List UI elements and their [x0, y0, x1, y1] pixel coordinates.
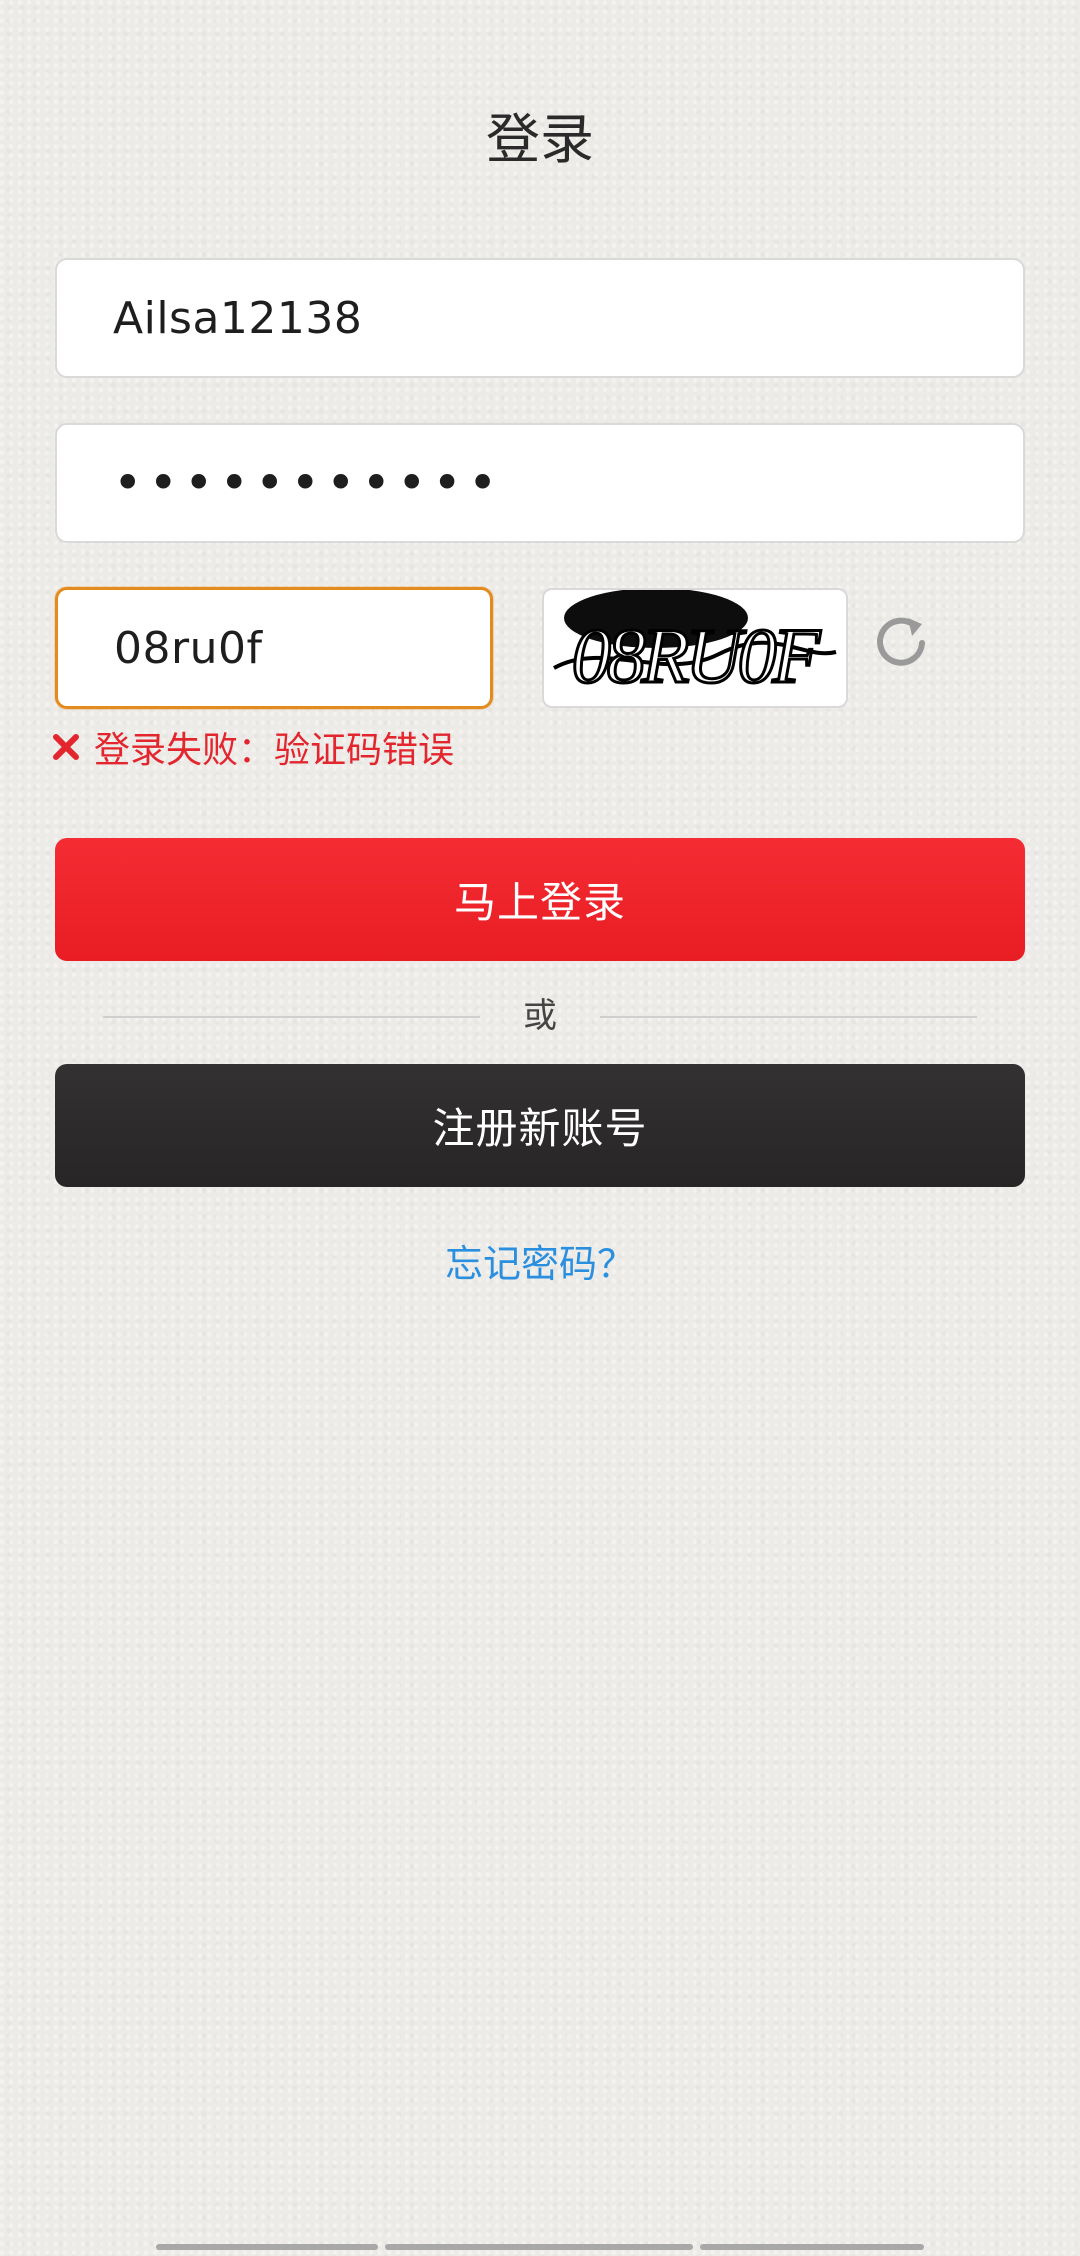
error-message: 登录失败：验证码错误: [52, 722, 454, 772]
close-icon: [53, 734, 79, 760]
password-field[interactable]: •••••••••••: [55, 423, 1025, 543]
home-indicator-segment: [156, 2244, 378, 2250]
username-value: Ailsa12138: [113, 292, 363, 344]
page-title: 登录: [486, 108, 594, 171]
login-button[interactable]: 马上登录: [55, 838, 1025, 961]
home-indicator-segment: [700, 2244, 924, 2250]
or-divider-label: 或: [523, 996, 557, 1036]
refresh-icon[interactable]: [872, 612, 930, 670]
register-button[interactable]: 注册新账号: [55, 1064, 1025, 1187]
forgot-password-link[interactable]: 忘记密码？: [0, 1240, 1080, 1288]
divider-right: [600, 1016, 977, 1018]
password-value: •••••••••••: [113, 454, 504, 512]
divider-left: [103, 1016, 480, 1018]
username-field[interactable]: Ailsa12138: [55, 258, 1025, 378]
captcha-image[interactable]: 08RU0F: [542, 588, 848, 708]
captcha-image-text: 08RU0F: [572, 612, 822, 699]
error-text: 登录失败：验证码错误: [94, 730, 455, 771]
captcha-input[interactable]: 08ru0f: [55, 587, 493, 709]
captcha-input-value: 08ru0f: [114, 622, 263, 674]
home-indicator-segment: [385, 2244, 693, 2250]
